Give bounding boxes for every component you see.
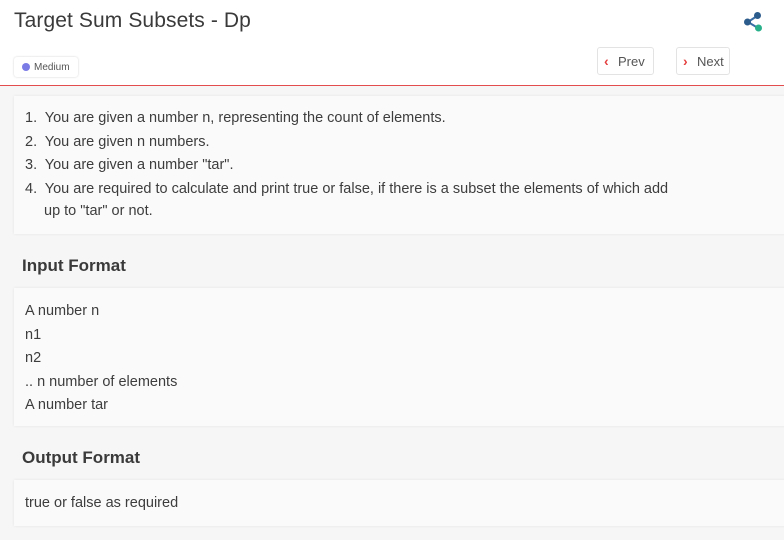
- item-number: 1.: [25, 110, 38, 126]
- prev-label: Prev: [618, 53, 645, 69]
- input-format-line: A number n: [25, 303, 100, 319]
- problem-description: 1. You are given a number n, representin…: [14, 96, 784, 234]
- description-item: 1. You are given a number n, representin…: [25, 107, 784, 131]
- problem-title: Target Sum Subsets - Dp: [14, 9, 251, 32]
- item-text: You are given a number n, representing t…: [44, 110, 446, 126]
- input-format-line: n1: [25, 326, 42, 343]
- output-format-heading: Output Format: [22, 448, 141, 467]
- difficulty-badge: Medium: [14, 57, 78, 77]
- item-text: You are required to calculate and print …: [44, 180, 669, 197]
- item-number: 2.: [25, 133, 38, 150]
- next-label: Next: [697, 53, 724, 69]
- difficulty-dot-icon: [22, 63, 30, 71]
- input-format-line: n2: [25, 350, 42, 366]
- item-text: You are given a number "tar".: [44, 157, 234, 173]
- item-text: You are given n numbers.: [44, 133, 210, 150]
- item-text-continuation: up to "tar" or not.: [44, 203, 153, 219]
- problem-header: Target Sum Subsets - Dp Medium ‹ Prev › …: [0, 0, 784, 86]
- share-icon[interactable]: [742, 11, 764, 33]
- input-format-line: .. n number of elements: [25, 373, 178, 390]
- chevron-right-icon: ›: [683, 53, 688, 69]
- prev-button[interactable]: ‹ Prev: [597, 47, 654, 75]
- input-format-line: A number tar: [25, 397, 109, 413]
- item-number: 3.: [25, 157, 38, 173]
- item-number: 4.: [25, 180, 38, 197]
- chevron-left-icon: ‹: [604, 53, 609, 69]
- difficulty-label: Medium: [34, 61, 70, 73]
- description-item: 4. You are required to calculate and pri…: [25, 178, 784, 224]
- output-format-line: true or false as required: [25, 495, 179, 511]
- input-format-box: A number n n1 n2 .. n number of elements…: [14, 288, 784, 426]
- description-item: 3. You are given a number "tar".: [25, 154, 784, 178]
- description-item: 2. You are given n numbers.: [25, 131, 784, 155]
- next-button[interactable]: › Next: [676, 47, 730, 75]
- output-format-box: true or false as required: [14, 480, 784, 526]
- input-format-heading: Input Format: [22, 256, 126, 275]
